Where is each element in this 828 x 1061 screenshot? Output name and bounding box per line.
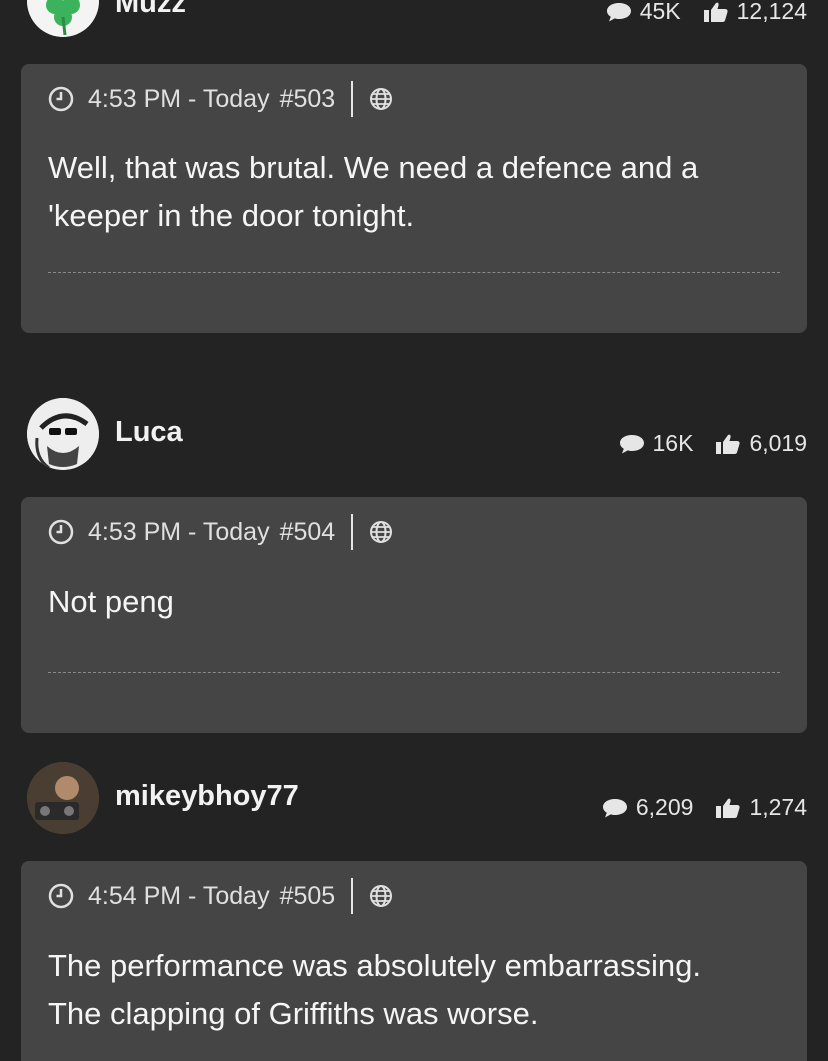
thumbs-up-icon (715, 797, 741, 819)
like-count: 1,274 (749, 794, 807, 820)
username[interactable]: Muzz (115, 0, 186, 20)
avatar[interactable] (27, 398, 99, 470)
clock-icon (48, 883, 74, 909)
user-stats: 16K 6,019 (619, 430, 807, 457)
post-card: 4:53 PM - Today #503 Well, that was brut… (21, 64, 807, 333)
speech-bubble-icon (619, 433, 645, 455)
post-card: 4:53 PM - Today #504 Not peng (21, 497, 807, 733)
thumbs-up-icon (715, 433, 741, 455)
post-header-mikeybhoy77: mikeybhoy77 6,209 1,274 (0, 762, 828, 842)
post-meta: 4:53 PM - Today #503 (48, 81, 393, 117)
post-number[interactable]: #503 (280, 85, 336, 114)
globe-icon[interactable] (369, 87, 393, 111)
sketch-face-icon (27, 398, 99, 470)
divider (351, 878, 354, 914)
photo-icon (27, 762, 99, 834)
post-card: 4:54 PM - Today #505 The performance was… (21, 861, 807, 1061)
avatar[interactable] (27, 762, 99, 834)
post-header-muzz: Muzz 45K 12,124 (0, 0, 828, 45)
user-stats: 6,209 1,274 (602, 794, 807, 821)
post-body: Well, that was brutal. We need a defence… (48, 150, 699, 233)
comment-count: 6,209 (635, 794, 694, 820)
divider (351, 514, 354, 550)
username[interactable]: mikeybhoy77 (115, 780, 299, 813)
post-meta: 4:54 PM - Today #505 (48, 878, 393, 914)
globe-icon[interactable] (369, 884, 393, 908)
speech-bubble-icon (602, 797, 628, 819)
comment-count: 45K (639, 0, 681, 24)
post-number[interactable]: #504 (280, 518, 336, 547)
avatar[interactable] (27, 0, 99, 37)
username[interactable]: Luca (115, 416, 183, 449)
user-stats: 45K 12,124 (606, 0, 807, 25)
post-timestamp[interactable]: 4:54 PM - Today (88, 882, 270, 911)
comment-count: 16K (652, 430, 694, 456)
divider (351, 81, 354, 117)
post-body: The performance was absolutely embarrass… (48, 948, 702, 1031)
post-meta: 4:53 PM - Today #504 (48, 514, 393, 550)
clock-icon (48, 519, 74, 545)
post-number[interactable]: #505 (280, 882, 336, 911)
post-body: Not peng (48, 584, 174, 619)
post-timestamp[interactable]: 4:53 PM - Today (88, 85, 270, 114)
globe-icon[interactable] (369, 520, 393, 544)
like-count: 6,019 (749, 430, 807, 456)
post-divider (48, 672, 780, 673)
post-divider (48, 272, 780, 273)
like-count: 12,124 (736, 0, 807, 24)
clock-icon (48, 86, 74, 112)
speech-bubble-icon (606, 1, 632, 23)
post-timestamp[interactable]: 4:53 PM - Today (88, 518, 270, 547)
shamrock-icon (27, 0, 99, 37)
thumbs-up-icon (703, 1, 729, 23)
post-header-luca: Luca 16K 6,019 (0, 398, 828, 478)
